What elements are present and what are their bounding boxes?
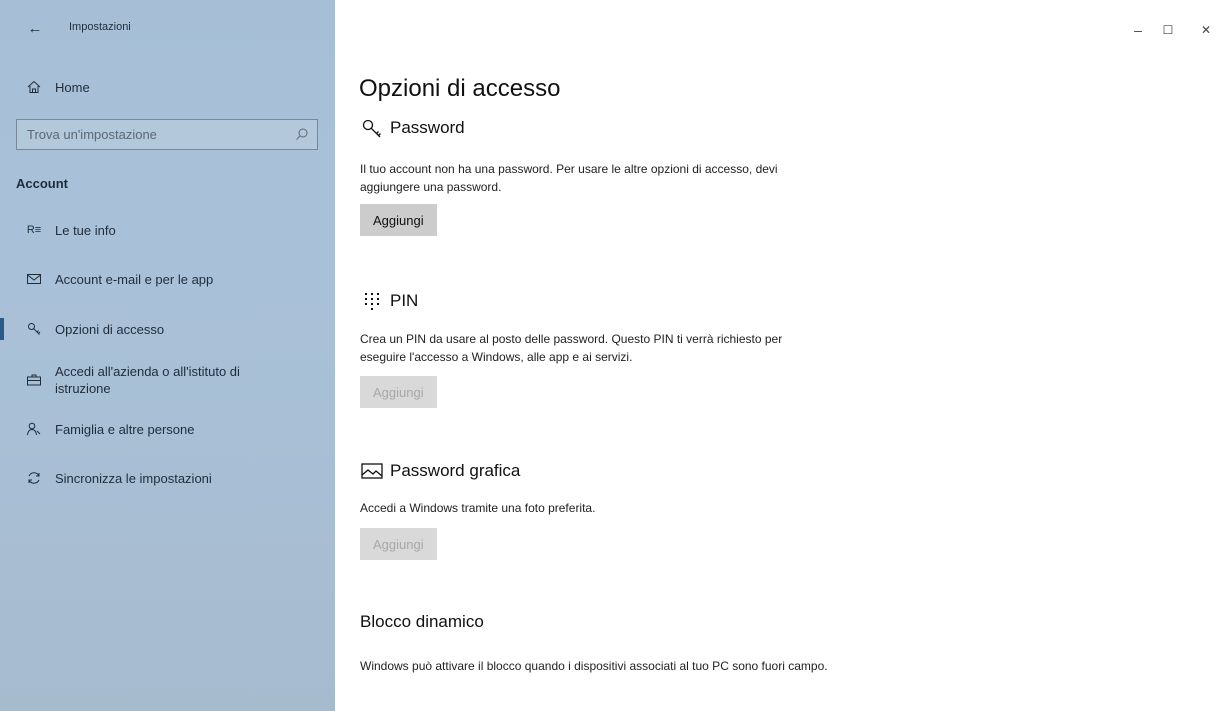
sidebar-item-home[interactable]: Home bbox=[0, 76, 335, 98]
people-icon bbox=[24, 419, 44, 439]
minimize-button[interactable]: – bbox=[1128, 20, 1148, 40]
sidebar-item-famiglia[interactable]: Famiglia e altre persone bbox=[0, 418, 335, 440]
dynamic-lock-description: Windows può attivare il blocco quando i … bbox=[360, 659, 828, 673]
keypad-icon bbox=[360, 290, 384, 312]
sidebar-item-le-tue-info[interactable]: R≡ Le tue info bbox=[0, 219, 335, 241]
section-pin: PIN bbox=[360, 290, 418, 312]
section-picture-password: Password grafica bbox=[360, 460, 520, 482]
search-icon[interactable] bbox=[295, 127, 309, 141]
sidebar-item-label: Home bbox=[55, 79, 90, 95]
sidebar-item-label: Accedi all'azienda o all'istituto di ist… bbox=[55, 364, 240, 396]
user-info-icon: R≡ bbox=[26, 224, 42, 236]
search-input[interactable] bbox=[17, 120, 287, 149]
sync-icon bbox=[24, 468, 44, 488]
section-password: Password bbox=[360, 117, 465, 139]
mail-icon bbox=[24, 269, 44, 289]
section-dynamic-lock: Blocco dinamico bbox=[360, 612, 484, 632]
sidebar-item-label: Account e-mail e per le app bbox=[55, 271, 214, 287]
sidebar-item-sincronizza[interactable]: Sincronizza le impostazioni bbox=[0, 467, 335, 489]
sidebar-item-label: Famiglia e altre persone bbox=[55, 421, 195, 437]
section-title: Blocco dinamico bbox=[360, 612, 484, 631]
section-title: PIN bbox=[390, 291, 419, 310]
page-title: Opzioni di accesso bbox=[359, 75, 561, 102]
section-title: Password bbox=[390, 118, 465, 137]
pin-description: Crea un PIN da usare al posto delle pass… bbox=[360, 332, 783, 364]
sidebar: ← Impostazioni Home Account R≡ Le tue in… bbox=[0, 0, 335, 711]
add-password-button[interactable]: Aggiungi bbox=[360, 204, 437, 236]
sidebar-item-label: Sincronizza le impostazioni bbox=[55, 470, 212, 486]
sidebar-item-accedi-azienda[interactable]: Accedi all'azienda o all'istituto di ist… bbox=[0, 362, 335, 398]
picture-password-description: Accedi a Windows tramite una foto prefer… bbox=[360, 501, 596, 515]
sidebar-item-account-email[interactable]: Account e-mail e per le app bbox=[0, 268, 335, 290]
sidebar-item-opzioni-accesso[interactable]: Opzioni di accesso bbox=[0, 318, 335, 340]
sidebar-item-label: Le tue info bbox=[55, 222, 116, 238]
briefcase-icon bbox=[24, 370, 44, 390]
key-icon bbox=[360, 117, 384, 139]
back-arrow-icon[interactable]: ← bbox=[25, 16, 45, 40]
password-description: Il tuo account non ha una password. Per … bbox=[360, 162, 778, 194]
add-picture-password-button[interactable]: Aggiungi bbox=[360, 528, 437, 560]
key-icon bbox=[24, 319, 44, 339]
title-bar: ← Impostazioni bbox=[0, 16, 335, 40]
close-button[interactable]: ✕ bbox=[1196, 20, 1216, 40]
search-box[interactable] bbox=[16, 119, 318, 150]
home-icon bbox=[24, 77, 44, 97]
add-pin-button[interactable]: Aggiungi bbox=[360, 376, 437, 408]
picture-icon bbox=[360, 460, 384, 482]
app-title: Impostazioni bbox=[69, 21, 131, 33]
section-title: Password grafica bbox=[390, 461, 521, 480]
sidebar-item-label: Opzioni di accesso bbox=[55, 321, 165, 337]
maximize-button[interactable]: ☐ bbox=[1158, 20, 1178, 40]
section-header-account: Account bbox=[16, 176, 68, 191]
